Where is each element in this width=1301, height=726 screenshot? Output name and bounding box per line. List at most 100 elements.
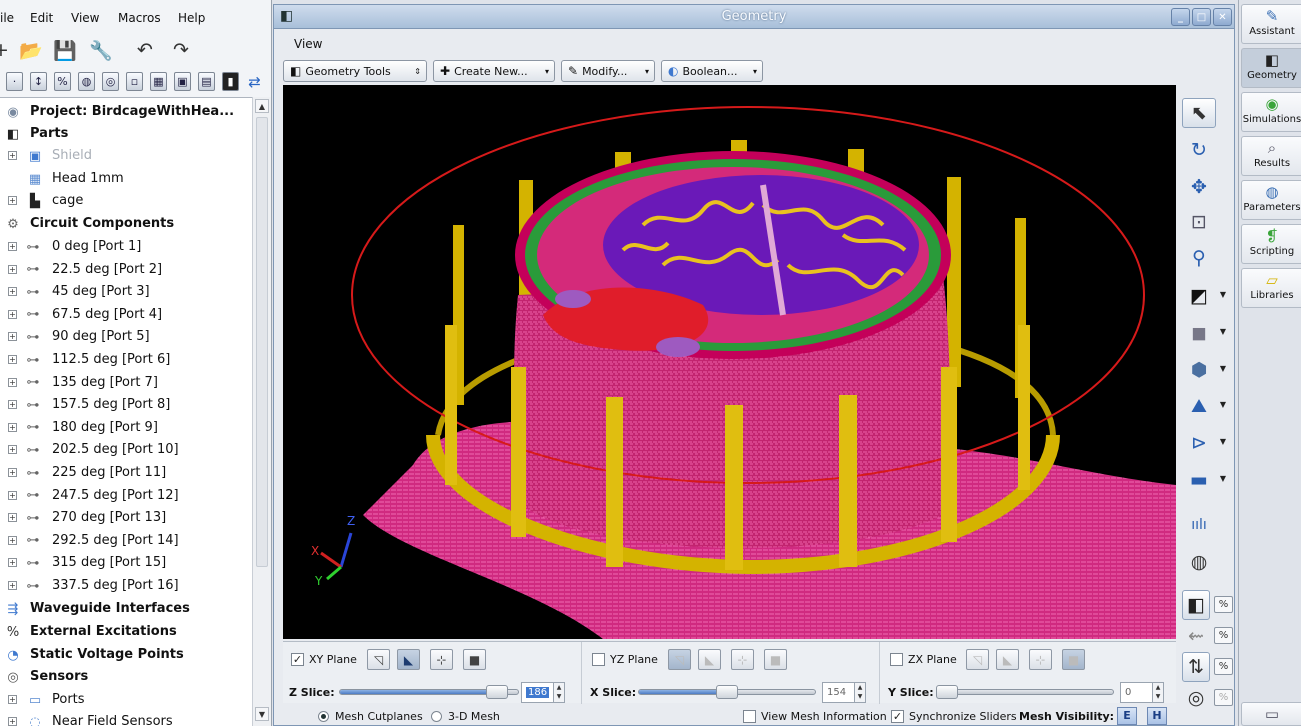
zx-slice-mode-3[interactable]: ⊹ <box>1029 649 1052 670</box>
expand-icon[interactable]: + <box>8 332 17 342</box>
mesh-visibility-h-button[interactable]: H <box>1147 707 1167 725</box>
filter-icon-10[interactable]: ▮ <box>222 72 239 91</box>
scroll-up-icon[interactable]: ▲ <box>255 99 269 113</box>
close-button[interactable]: ✕ <box>1213 8 1232 26</box>
menu-edit[interactable]: Edit <box>30 11 53 25</box>
tree-sensor-ports[interactable]: + ▭ Ports <box>0 689 252 711</box>
tree-scrollbar[interactable]: ▲ ▼ <box>252 97 271 726</box>
spin-arrows-icon[interactable]: ▲ ▼ <box>1152 683 1163 702</box>
tree-port-item[interactable]: + ⊶ 270 deg [Port 13] <box>0 507 252 529</box>
sensor-percent-button[interactable]: % <box>1214 627 1233 644</box>
tree-port-item[interactable]: + ⊶ 315 deg [Port 15] <box>0 552 252 574</box>
tree-cage[interactable]: + ▙ cage <box>0 190 252 212</box>
filter-icon-6[interactable]: ▫ <box>126 72 143 91</box>
expand-icon[interactable]: + <box>8 558 17 568</box>
tree-waveguide-interfaces[interactable]: ⇶ Waveguide Interfaces <box>0 598 252 620</box>
mesh-visibility-icon[interactable]: ⇅ <box>1182 652 1210 682</box>
z-slice-spinbox[interactable]: 186 ▲ ▼ <box>521 682 565 703</box>
save-icon[interactable]: 💾 <box>52 37 78 63</box>
tree-external-excitations[interactable]: % External Excitations <box>0 621 252 643</box>
filter-icon-3[interactable]: % <box>54 72 71 91</box>
tree-head[interactable]: ▦ Head 1mm <box>0 168 252 190</box>
tab-geometry[interactable]: ◧ Geometry <box>1241 48 1301 88</box>
tree-port-item[interactable]: + ⊶ 180 deg [Port 9] <box>0 417 252 439</box>
spin-arrows-icon[interactable]: ▲ ▼ <box>854 683 865 702</box>
filter-icon-9[interactable]: ▤ <box>198 72 215 91</box>
undo-icon[interactable]: ↶ <box>132 37 158 63</box>
camera-icon[interactable]: ▬ ▼ <box>1182 465 1226 495</box>
yz-slice-mode-2[interactable]: ◣ <box>698 649 721 670</box>
tab-simulations[interactable]: ◉ Simulations <box>1241 92 1301 132</box>
mesh-visibility-e-button[interactable]: E <box>1117 707 1137 725</box>
yz-plane-checkbox[interactable] <box>592 653 605 666</box>
expand-icon[interactable]: + <box>8 468 17 477</box>
orientation-icon[interactable]: ⊳ ▼ <box>1182 428 1226 458</box>
tree-port-item[interactable]: + ⊶ 45 deg [Port 3] <box>0 281 252 303</box>
modify-button[interactable]: ✎ Modify... ▾ <box>561 60 655 82</box>
lighting-icon[interactable]: ⛰ ▼ <box>1182 391 1226 421</box>
chart-icon[interactable]: ıılı <box>1182 510 1216 540</box>
open-folder-icon[interactable]: 📂 <box>18 37 44 63</box>
tab-results[interactable]: ⌕ Results <box>1241 136 1301 176</box>
expand-icon[interactable]: + <box>8 242 17 251</box>
geometry-menu-view[interactable]: View <box>294 37 322 51</box>
tree-parts[interactable]: ◧ Parts <box>0 123 252 145</box>
expand-icon[interactable]: + <box>8 377 17 387</box>
expand-icon[interactable]: + <box>8 717 17 726</box>
view-cube-icon[interactable]: ⬢ ▼ <box>1182 355 1226 385</box>
tree-port-item[interactable]: + ⊶ 135 deg [Port 7] <box>0 372 252 394</box>
mesh-3d-radio[interactable] <box>431 711 442 722</box>
create-new-button[interactable]: ✚ Create New... ▾ <box>433 60 555 82</box>
expand-icon[interactable]: + <box>8 422 17 432</box>
x-slice-handle[interactable] <box>716 685 738 699</box>
expand-icon[interactable]: + <box>8 490 17 500</box>
redo-icon[interactable]: ↷ <box>168 37 194 63</box>
tree-port-item[interactable]: + ⊶ 0 deg [Port 1] <box>0 236 252 258</box>
minimize-button[interactable]: _ <box>1171 8 1190 26</box>
filter-icon-1[interactable]: · <box>6 72 23 91</box>
menu-file[interactable]: ile <box>0 11 14 25</box>
tree-shield[interactable]: + ▣ Shield <box>0 145 252 167</box>
expand-icon[interactable]: + <box>8 400 17 410</box>
tree-sensors[interactable]: ◎ Sensors <box>0 666 252 688</box>
tree-port-item[interactable]: + ⊶ 337.5 deg [Port 16] <box>0 575 252 597</box>
tree-port-item[interactable]: + ⊶ 90 deg [Port 5] <box>0 326 252 348</box>
tab-panel-toggle[interactable]: ▭ <box>1241 702 1301 726</box>
new-icon[interactable]: + <box>0 37 14 63</box>
sync-icon[interactable]: ⇄ <box>246 72 263 91</box>
expand-icon[interactable]: + <box>8 581 17 590</box>
rotate-icon[interactable]: ↻ <box>1182 135 1216 165</box>
render-mode-icon[interactable]: ◼ ▼ <box>1182 318 1226 348</box>
zx-slice-mode-2[interactable]: ◣ <box>996 649 1019 670</box>
tab-scripting[interactable]: ❡ Scripting <box>1241 224 1301 264</box>
pan-icon[interactable]: ✥ <box>1182 172 1216 202</box>
field-percent-button[interactable]: % <box>1214 689 1233 706</box>
tab-libraries[interactable]: ▱ Libraries <box>1241 268 1301 308</box>
geometry-percent-button[interactable]: % <box>1214 596 1233 613</box>
sync-sliders-checkbox[interactable]: ✓ <box>891 710 904 723</box>
zoom-icon[interactable]: ⚲ <box>1182 243 1216 273</box>
expand-icon[interactable]: + <box>8 309 17 319</box>
xy-slice-mode-1[interactable]: ◹ <box>367 649 390 670</box>
tree-port-item[interactable]: + ⊶ 225 deg [Port 11] <box>0 462 252 484</box>
zx-plane-checkbox[interactable] <box>890 653 903 666</box>
tree-near-field-sensors[interactable]: + ◌ Near Field Sensors <box>0 711 252 726</box>
tree-port-item[interactable]: + ⊶ 157.5 deg [Port 8] <box>0 394 252 416</box>
xy-slice-mode-3[interactable]: ⊹ <box>430 649 453 670</box>
expand-icon[interactable]: + <box>8 287 17 297</box>
xy-slice-mode-2[interactable]: ◣ <box>397 649 420 670</box>
tab-assistant[interactable]: ✎ Assistant <box>1241 4 1301 44</box>
filter-icon-2[interactable]: ↕ <box>30 72 47 91</box>
filter-icon-5[interactable]: ◎ <box>102 72 119 91</box>
boolean-button[interactable]: ◐ Boolean... ▾ <box>661 60 763 82</box>
expand-icon[interactable]: + <box>8 355 17 364</box>
tree-port-item[interactable]: + ⊶ 292.5 deg [Port 14] <box>0 530 252 552</box>
menu-view[interactable]: View <box>71 11 99 25</box>
expand-icon[interactable]: + <box>8 196 17 205</box>
zoom-box-icon[interactable]: ⊡ <box>1182 207 1216 237</box>
expand-icon[interactable]: + <box>8 535 17 545</box>
maximize-button[interactable]: □ <box>1192 8 1211 26</box>
tree-project[interactable]: ◉ Project: BirdcageWithHea... <box>0 101 252 123</box>
view-mesh-info-checkbox[interactable] <box>743 710 756 723</box>
menu-macros[interactable]: Macros <box>118 11 161 25</box>
